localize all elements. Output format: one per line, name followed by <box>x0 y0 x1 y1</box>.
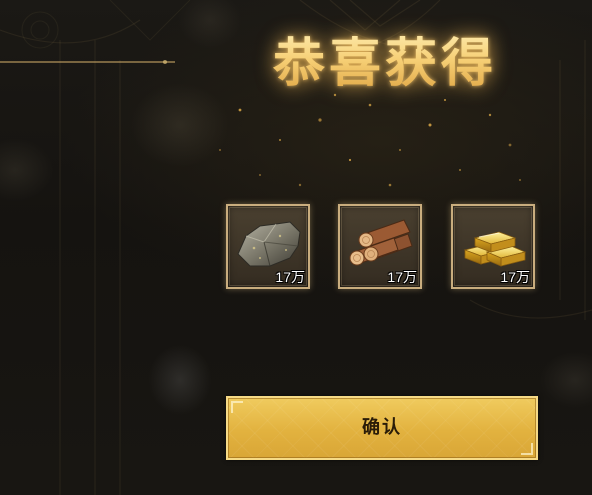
sparkle-particles <box>219 93 521 187</box>
confirm-button-label: 确认 <box>362 417 402 438</box>
reward-quantity: 17万 <box>275 269 305 285</box>
reward-item[interactable]: 17万 <box>338 204 422 289</box>
reward-item[interactable]: 17万 <box>226 204 310 289</box>
gold-bars-icon <box>463 231 527 267</box>
reward-item[interactable]: 17万 <box>451 204 535 289</box>
wood-logs-icon <box>349 219 413 266</box>
title-divider-line <box>0 60 175 64</box>
reward-quantity: 17万 <box>500 269 530 285</box>
reward-list: 17万 17万 17万 <box>226 204 538 291</box>
reward-quantity: 17万 <box>387 269 417 285</box>
confirm-button[interactable]: 确认 <box>226 396 538 460</box>
stone-ore-icon <box>237 221 301 267</box>
